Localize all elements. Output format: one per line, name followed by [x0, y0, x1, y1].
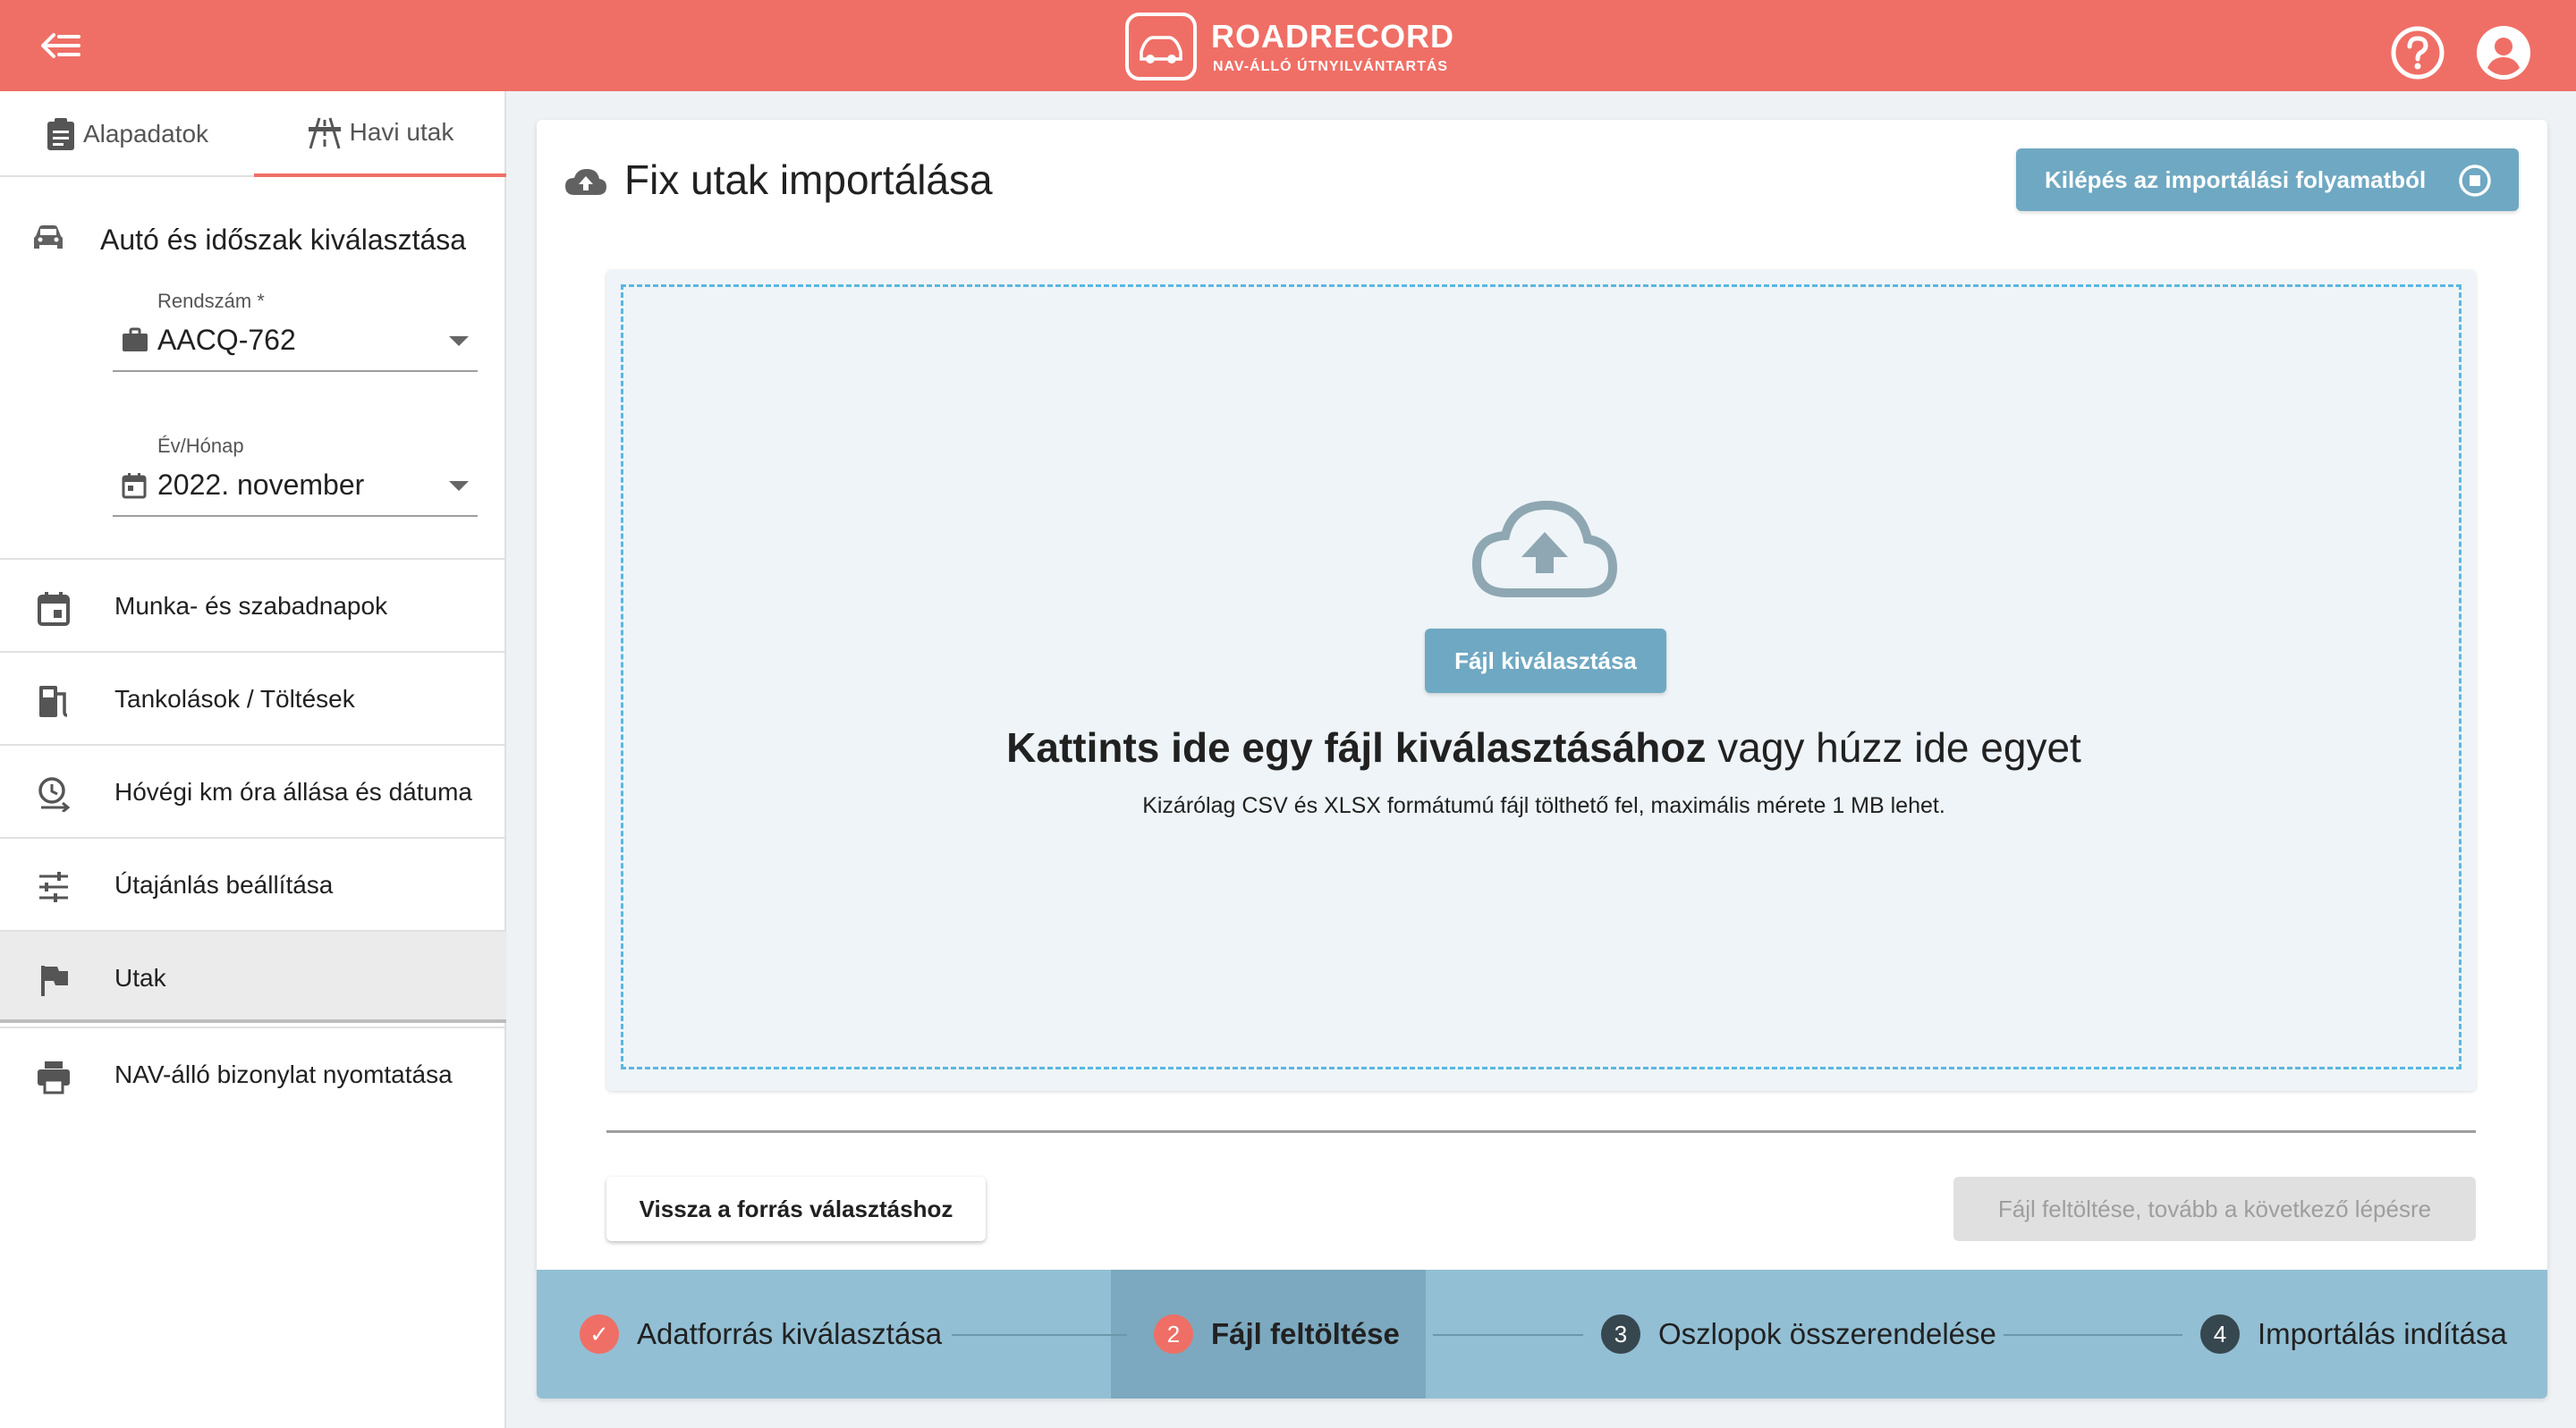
sidebar-tabs: Alapadatok Havi utak	[0, 91, 506, 177]
sidebar-item-print[interactable]: NAV-álló bizonylat nyomtatása	[0, 1027, 506, 1120]
sidebar-item-label: Utak	[114, 964, 166, 992]
choose-file-label: Fájl kiválasztása	[1454, 646, 1637, 674]
car-period-section-title: Autó és időszak kiválasztása	[0, 207, 506, 270]
help-icon	[2391, 26, 2445, 80]
check-icon: ✓	[580, 1314, 619, 1354]
brand-title: ROADRECORD	[1211, 18, 1455, 55]
account-icon	[2477, 26, 2530, 80]
print-icon	[38, 1061, 70, 1094]
calendar-icon	[38, 592, 70, 626]
upload-next-label: Fájl feltöltése, tovább a következő lépé…	[1997, 1195, 2432, 1222]
tab-alapadatok[interactable]: Alapadatok	[0, 91, 254, 177]
step-label: Importálás indítása	[2258, 1317, 2507, 1350]
brand-logo[interactable]: ROADRECORD NAV-ÁLLÓ ÚTNYILVÁNTARTÁS	[1125, 13, 1465, 80]
period-select[interactable]: Év/Hónap 2022. november	[113, 435, 478, 520]
cloud-upload-icon	[1471, 500, 1618, 597]
sidebar-item-route-settings[interactable]: Útajánlás beállítása	[0, 837, 506, 930]
cloud-upload-icon	[565, 169, 606, 195]
section-title-label: Autó és időszak kiválasztása	[100, 224, 467, 256]
plate-label: Rendszám *	[157, 290, 265, 312]
sidebar-item-label: Hóvégi km óra állása és dátuma	[114, 778, 472, 806]
calendar-icon	[122, 473, 147, 499]
step-label: Adatforrás kiválasztása	[637, 1317, 943, 1350]
exit-import-label: Kilépés az importálási folyamatból	[2045, 165, 2427, 193]
page-title: Fix utak importálása	[624, 156, 993, 203]
tab-havi-utak-label: Havi utak	[349, 118, 454, 146]
help-button[interactable]	[2390, 25, 2445, 80]
step-number: 2	[1154, 1314, 1193, 1354]
sidebar-item-label: NAV-álló bizonylat nyomtatása	[114, 1060, 453, 1088]
chevron-down-icon	[449, 336, 469, 346]
step-column-mapping[interactable]: 3 Oszlopok összerendelése	[1601, 1311, 1996, 1357]
car-icon	[34, 225, 63, 249]
road-icon	[308, 117, 341, 149]
step-number: 3	[1601, 1314, 1640, 1354]
dropzone-instruction-bold: Kattints ide egy fájl kiválasztásához	[1006, 724, 1707, 771]
sidebar-item-label: Útajánlás beállítása	[114, 871, 334, 899]
brand-subtitle: NAV-ÁLLÓ ÚTNYILVÁNTARTÁS	[1213, 59, 1449, 74]
import-stepper: ✓ Adatforrás kiválasztása 2 Fájl feltölt…	[537, 1270, 2547, 1398]
briefcase-icon	[123, 327, 148, 351]
divider	[606, 1130, 2476, 1133]
sidebar-item-odometer[interactable]: Hóvégi km óra állása és dátuma	[0, 744, 506, 837]
file-dropzone[interactable]: Fájl kiválasztása Kattints ide egy fájl …	[621, 284, 2462, 1069]
app-header: ROADRECORD NAV-ÁLLÓ ÚTNYILVÁNTARTÁS	[0, 0, 2576, 91]
tab-alapadatok-label: Alapadatok	[82, 120, 209, 148]
sidebar-item-refuels[interactable]: Tankolások / Töltések	[0, 651, 506, 744]
choose-file-button[interactable]: Fájl kiválasztása	[1425, 629, 1666, 693]
clipboard-icon	[47, 118, 74, 150]
sidebar: Alapadatok Havi utak Autó és időszak kiv…	[0, 91, 506, 1428]
sidebar-item-label: Munka- és szabadnapok	[114, 592, 388, 620]
exit-import-button[interactable]: Kilépés az importálási folyamatból	[2016, 148, 2519, 211]
step-label: Fájl feltöltése	[1211, 1317, 1400, 1350]
step-label: Oszlopok összerendelése	[1658, 1317, 1996, 1350]
account-button[interactable]	[2476, 25, 2531, 80]
step-number: 4	[2200, 1314, 2240, 1354]
dropzone-container: Fájl kiválasztása Kattints ide egy fájl …	[606, 270, 2476, 1091]
plate-value: AACQ-762	[157, 324, 296, 356]
tune-icon	[39, 872, 68, 902]
dropzone-hint: Kizárólag CSV és XLSX formátumú fájl töl…	[1142, 793, 1945, 818]
import-card: Fix utak importálása Kilépés az importál…	[537, 120, 2547, 1398]
sidebar-item-trips[interactable]: Utak	[0, 930, 506, 1023]
flag-icon	[41, 966, 68, 996]
car-logo-icon	[1125, 13, 1197, 80]
dropzone-instruction-rest: vagy húzz ide egyet	[1706, 724, 2081, 771]
tab-havi-utak[interactable]: Havi utak	[254, 91, 506, 177]
period-value: 2022. november	[157, 469, 365, 501]
step-data-source[interactable]: ✓ Adatforrás kiválasztása	[580, 1311, 942, 1357]
sidebar-item-workdays[interactable]: Munka- és szabadnapok	[0, 558, 506, 651]
stop-circle-icon	[2459, 165, 2491, 197]
clock-icon	[38, 777, 71, 812]
period-label: Év/Hónap	[157, 435, 244, 457]
back-to-source-button[interactable]: Vissza a forrás választáshoz	[606, 1177, 986, 1241]
back-to-source-label: Vissza a forrás választáshoz	[639, 1195, 953, 1222]
dropzone-instruction: Kattints ide egy fájl kiválasztásához va…	[623, 723, 2464, 772]
collapse-menu-button[interactable]	[39, 27, 82, 64]
arrow-back-icon	[41, 33, 80, 58]
plate-select[interactable]: Rendszám * AACQ-762	[113, 290, 478, 376]
sidebar-item-label: Tankolások / Töltések	[114, 685, 355, 713]
step-start-import[interactable]: 4 Importálás indítása	[2200, 1311, 2507, 1357]
step-file-upload[interactable]: 2 Fájl feltöltése	[1154, 1311, 1400, 1357]
fuel-icon	[39, 686, 68, 717]
upload-next-button[interactable]: Fájl feltöltése, tovább a következő lépé…	[1953, 1177, 2476, 1241]
chevron-down-icon	[449, 481, 469, 491]
